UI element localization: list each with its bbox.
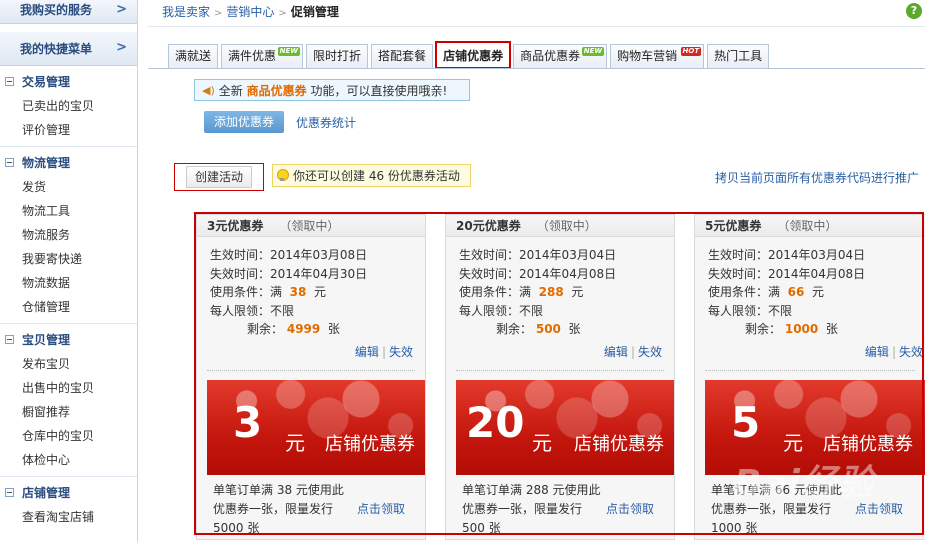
sidebar-item[interactable]: 发布宝贝 — [22, 352, 137, 376]
purchased-services-header[interactable]: 我购买的服务 > — [0, 0, 137, 24]
sidebar-section-2[interactable]: 宝贝管理 — [0, 326, 137, 352]
sidebar-item[interactable]: 橱窗推荐 — [22, 400, 137, 424]
tab-badge: NEW — [277, 47, 301, 56]
breadcrumb-marketing[interactable]: 营销中心 — [226, 5, 274, 19]
sidebar-section-3[interactable]: 店铺管理 — [0, 479, 137, 505]
feature-notice: ◀) 全新 商品优惠券 功能，可以直接使用哦亲! — [194, 79, 470, 101]
notice-highlight: 商品优惠券 — [246, 83, 307, 98]
sidebar-item[interactable]: 已卖出的宝贝 — [22, 94, 137, 118]
notice-post: 功能，可以直接使用哦亲! — [310, 83, 448, 98]
tip-text: 你还可以创建 46 份优惠券活动 — [293, 169, 460, 183]
chevron-right-icon: > — [116, 40, 127, 55]
add-coupon-button[interactable]: 添加优惠券 — [204, 111, 284, 133]
tab-label: 商品优惠券 — [520, 49, 581, 63]
tab-3[interactable]: 搭配套餐 — [371, 44, 434, 68]
tab-4[interactable]: 店铺优惠券 — [435, 41, 512, 69]
sidebar: 我购买的服务 > 我的快捷菜单 > 交易管理 已卖出的宝贝 评价管理 物流管理 发货 物流… — [0, 0, 138, 542]
tab-5[interactable]: 商品优惠券 NEW — [513, 44, 608, 68]
breadcrumb-seller[interactable]: 我是卖家 — [162, 5, 210, 19]
sidebar-item[interactable]: 物流工具 — [22, 199, 137, 223]
sidebar-item[interactable]: 出售中的宝贝 — [22, 376, 137, 400]
sidebar-item[interactable]: 评价管理 — [22, 118, 137, 142]
sidebar-section-title: 交易管理 — [22, 74, 71, 89]
tab-label: 满件优惠 — [228, 49, 277, 63]
collapse-icon[interactable] — [5, 334, 14, 344]
tab-bar: 满就送 满件优惠 NEW 限时打折 搭配套餐 店铺优惠券 商品优惠券 NEW 购物车营销 HOT 热… — [168, 41, 770, 69]
tab-badge: NEW — [581, 47, 605, 56]
lightbulb-icon — [277, 169, 289, 182]
tab-7[interactable]: 热门工具 — [707, 44, 770, 68]
help-icon[interactable]: ? — [906, 3, 922, 19]
remaining-activities-tip: 你还可以创建 46 份优惠券活动 — [272, 164, 471, 187]
create-activity-button[interactable]: 创建活动 — [174, 163, 264, 191]
tab-label: 搭配套餐 — [378, 49, 427, 63]
shortcut-menu-label: 我的快捷菜单 — [20, 42, 93, 56]
breadcrumb: 我是卖家 > 营销中心 > 促销管理 — [162, 3, 339, 20]
sidebar-item[interactable]: 物流服务 — [22, 223, 137, 247]
create-activity-label: 创建活动 — [185, 166, 252, 188]
chevron-right-icon: > — [278, 8, 287, 19]
chevron-right-icon: > — [116, 2, 127, 17]
breadcrumb-current: 促销管理 — [290, 5, 339, 19]
tab-label: 热门工具 — [714, 49, 763, 63]
tab-6[interactable]: 购物车营销 HOT — [610, 44, 705, 68]
collapse-icon[interactable] — [5, 76, 14, 86]
tab-badge: HOT — [680, 47, 702, 56]
shortcut-menu-header[interactable]: 我的快捷菜单 > — [0, 32, 137, 66]
sidebar-item[interactable]: 仓储管理 — [22, 295, 137, 319]
sidebar-item[interactable]: 我要寄快递 — [22, 247, 137, 271]
sidebar-section-1[interactable]: 物流管理 — [0, 149, 137, 175]
notice-pre: 全新 — [218, 83, 243, 98]
tab-label: 店铺优惠券 — [443, 49, 504, 63]
copy-coupon-codes-link[interactable]: 拷贝当前页面所有优惠券代码进行推广 — [715, 169, 919, 186]
tab-0[interactable]: 满就送 — [168, 44, 219, 68]
tab-label: 限时打折 — [313, 49, 362, 63]
coupon-list-highlight — [194, 212, 924, 535]
chevron-right-icon: > — [214, 8, 223, 19]
collapse-icon[interactable] — [5, 487, 14, 497]
main-content: 我是卖家 > 营销中心 > 促销管理 ? 满就送 满件优惠 NEW 限时打折 搭配套餐 店铺优惠券… — [148, 0, 925, 542]
sidebar-item[interactable]: 仓库中的宝贝 — [22, 424, 137, 448]
collapse-icon[interactable] — [5, 157, 14, 167]
sidebar-section-title: 店铺管理 — [22, 485, 71, 500]
sidebar-item[interactable]: 查看淘宝店铺 — [22, 505, 137, 529]
sidebar-item[interactable]: 物流数据 — [22, 271, 137, 295]
sidebar-item[interactable]: 体检中心 — [22, 448, 137, 472]
tab-1[interactable]: 满件优惠 NEW — [221, 44, 304, 68]
tab-label: 购物车营销 — [617, 49, 678, 63]
sidebar-section-0[interactable]: 交易管理 — [0, 68, 137, 94]
tab-2[interactable]: 限时打折 — [306, 44, 369, 68]
speaker-icon: ◀) — [202, 83, 215, 97]
sidebar-section-title: 物流管理 — [22, 155, 71, 170]
purchased-services-label: 我购买的服务 — [20, 3, 93, 17]
coupon-stats-link[interactable]: 优惠券统计 — [296, 114, 356, 131]
sidebar-section-title: 宝贝管理 — [22, 332, 71, 347]
tab-label: 满就送 — [175, 49, 212, 63]
sidebar-item[interactable]: 发货 — [22, 175, 137, 199]
